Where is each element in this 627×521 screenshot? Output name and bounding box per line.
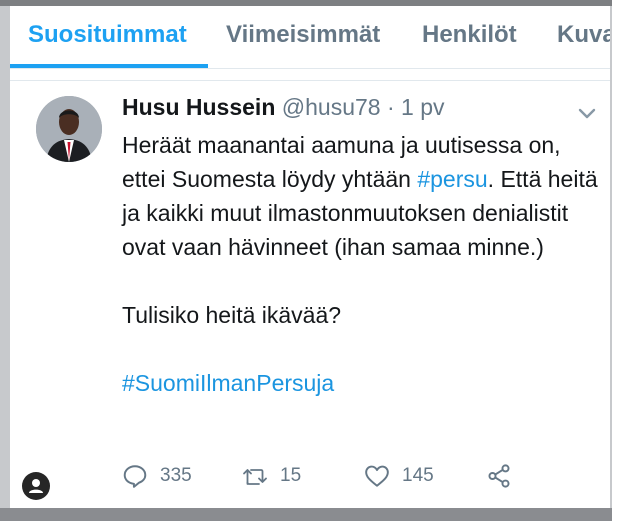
share-button[interactable]: [486, 461, 512, 491]
tweet-text: Heräät maanantai aamuna ja uutisessa on,…: [122, 128, 602, 400]
hashtag-link-2[interactable]: #SuomiIlmanPersuja: [122, 366, 602, 400]
reply-count: 335: [160, 465, 192, 486]
author-name[interactable]: Husu Hussein: [122, 94, 275, 120]
retweet-count: 15: [280, 465, 302, 486]
tweet-header: Husu Hussein @husu78 · 1 pv: [122, 94, 445, 121]
tab-latest[interactable]: Viimeisimmät: [226, 21, 380, 49]
avatar-photo: [36, 96, 102, 162]
share-icon: [488, 464, 510, 488]
tab-people[interactable]: Henkilöt: [422, 21, 517, 49]
tweet-timestamp[interactable]: 1 pv: [401, 94, 444, 120]
header-separator: ·: [386, 94, 395, 120]
tab-photos[interactable]: Kuva: [557, 21, 610, 49]
like-icon: [365, 465, 389, 487]
search-results-card: Suosituimmat Viimeisimmät Henkilöt Kuva …: [10, 6, 610, 508]
background-strip-right: [612, 0, 627, 521]
active-tab-indicator: [10, 64, 208, 68]
chevron-down-icon[interactable]: [576, 102, 598, 124]
divider: [10, 80, 610, 81]
reply-button[interactable]: 335: [122, 461, 192, 491]
like-count: 145: [402, 465, 434, 486]
search-tabs: Suosituimmat Viimeisimmät Henkilöt Kuva: [10, 6, 610, 69]
profile-icon[interactable]: [22, 472, 50, 500]
retweet-icon: [243, 469, 267, 485]
background-strip-bottom: [0, 508, 627, 521]
hashtag-link[interactable]: #persu: [417, 166, 487, 192]
like-button[interactable]: 145: [364, 461, 434, 491]
avatar[interactable]: [36, 96, 102, 162]
retweet-button[interactable]: 15: [242, 461, 301, 491]
tweet-paragraph-1: Heräät maanantai aamuna ja uutisessa on,…: [122, 128, 602, 264]
reply-icon: [123, 465, 147, 488]
tweet-paragraph-2: Tulisiko heitä ikävää?: [122, 302, 342, 328]
author-handle[interactable]: @husu78: [282, 94, 381, 120]
tweet-actions: 335 15 145: [122, 461, 602, 491]
tab-top[interactable]: Suosituimmat: [28, 21, 187, 49]
